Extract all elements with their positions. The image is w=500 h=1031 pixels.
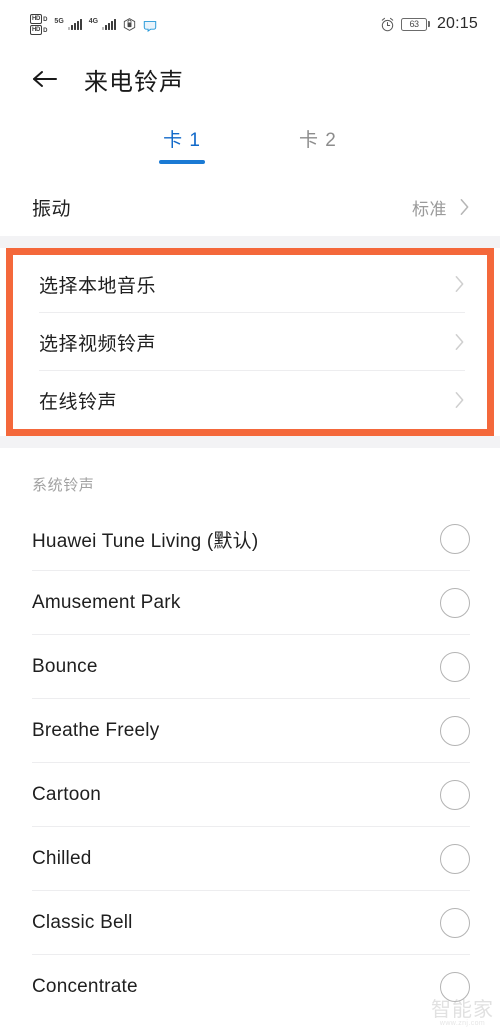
ringtone-row[interactable]: Bounce bbox=[0, 635, 500, 699]
sim-tabs: 卡 1 卡 2 bbox=[0, 110, 500, 178]
page-title: 来电铃声 bbox=[84, 68, 184, 96]
ringtone-row[interactable]: Huawei Tune Living (默认) bbox=[0, 507, 500, 571]
ringtone-row[interactable]: Cartoon bbox=[0, 763, 500, 827]
vibration-value: 标准 bbox=[412, 199, 447, 219]
ringtone-row[interactable]: Classic Bell bbox=[0, 891, 500, 955]
network-type-label-1: 5G bbox=[54, 18, 64, 25]
ringtone-radio[interactable] bbox=[440, 844, 470, 874]
chevron-right-icon bbox=[459, 198, 470, 216]
battery-level-label: 63 bbox=[400, 17, 427, 31]
ringtone-radio[interactable] bbox=[440, 588, 470, 618]
ringtone-label: Amusement Park bbox=[32, 592, 181, 613]
ringtone-label: Concentrate bbox=[32, 976, 138, 997]
status-bar-left: HD D HD D 5G 4G bbox=[30, 13, 157, 35]
ringtone-row[interactable]: Amusement Park bbox=[0, 571, 500, 635]
choose-local-music-row[interactable]: 选择本地音乐 bbox=[13, 255, 487, 313]
hd-badge-label-1: HD bbox=[30, 13, 43, 24]
tab-sim-2[interactable]: 卡 2 bbox=[299, 125, 337, 164]
online-ringtone-row[interactable]: 在线铃声 bbox=[13, 371, 487, 429]
online-ringtone-label: 在线铃声 bbox=[39, 391, 118, 413]
battery-icon: 63 bbox=[400, 17, 430, 31]
status-bar-clock: 20:15 bbox=[436, 15, 478, 32]
ringtone-label: Chilled bbox=[32, 848, 92, 869]
ringtone-radio[interactable] bbox=[440, 652, 470, 682]
back-arrow-icon[interactable] bbox=[30, 64, 60, 94]
status-bar: HD D HD D 5G 4G 63 20:15 bbox=[0, 0, 500, 48]
ringtone-label: Breathe Freely bbox=[32, 720, 160, 741]
hd-badge-sub-1: D bbox=[43, 16, 48, 23]
battery-tip bbox=[427, 21, 430, 27]
alarm-clock-icon bbox=[380, 17, 394, 32]
signal-bars-icon-1 bbox=[67, 18, 82, 30]
signal-group-2: 4G bbox=[88, 18, 117, 30]
volte-hd-icon-2: HD D bbox=[30, 24, 48, 35]
hd-badge-sub-2: D bbox=[43, 27, 48, 34]
vibration-row[interactable]: 振动 标准 bbox=[0, 178, 500, 236]
message-bubble-icon bbox=[143, 19, 157, 32]
ringtone-label: Cartoon bbox=[32, 784, 101, 805]
app-header: 来电铃声 bbox=[0, 48, 500, 110]
ringtone-radio[interactable] bbox=[440, 716, 470, 746]
highlighted-options-card: 选择本地音乐 选择视频铃声 在线铃声 bbox=[6, 248, 494, 436]
chevron-right-icon bbox=[454, 333, 465, 351]
ringtone-radio[interactable] bbox=[440, 780, 470, 810]
network-type-label-2: 4G bbox=[88, 18, 99, 25]
ringtone-row[interactable]: Chilled bbox=[0, 827, 500, 891]
volte-hd-icon-1: HD D bbox=[30, 13, 48, 24]
ringtone-label: Huawei Tune Living (默认) bbox=[32, 530, 259, 552]
system-ringtones-section-title: 系统铃声 bbox=[0, 448, 500, 507]
ringtone-row[interactable]: Concentrate bbox=[0, 955, 500, 1019]
ringtone-radio[interactable] bbox=[440, 908, 470, 938]
ringtone-label: Classic Bell bbox=[32, 912, 133, 933]
section-gap-1 bbox=[0, 236, 500, 248]
volte-hd-stack: HD D HD D bbox=[30, 13, 48, 35]
signal-bars-icon-2 bbox=[102, 18, 117, 30]
section-gap-2 bbox=[0, 436, 500, 448]
hd-badge-label-2: HD bbox=[30, 24, 43, 35]
status-bar-right: 63 20:15 bbox=[380, 15, 478, 33]
do-not-disturb-icon bbox=[123, 17, 136, 31]
phone-screen: HD D HD D 5G 4G 63 20:15 来电铃声 卡 1 卡 2 振动… bbox=[0, 0, 500, 1031]
chevron-right-icon bbox=[454, 275, 465, 293]
choose-local-music-label: 选择本地音乐 bbox=[39, 275, 157, 297]
watermark-sub-text: www.znj.com bbox=[439, 1020, 486, 1027]
choose-video-ringtone-label: 选择视频铃声 bbox=[39, 333, 157, 355]
ringtone-label: Bounce bbox=[32, 656, 98, 677]
chevron-right-icon bbox=[454, 391, 465, 409]
ringtone-row[interactable]: Breathe Freely bbox=[0, 699, 500, 763]
ringtone-radio[interactable] bbox=[440, 524, 470, 554]
choose-video-ringtone-row[interactable]: 选择视频铃声 bbox=[13, 313, 487, 371]
tab-sim-1[interactable]: 卡 1 bbox=[163, 125, 201, 164]
signal-group-1: 5G bbox=[54, 18, 82, 30]
vibration-label: 振动 bbox=[32, 198, 72, 220]
ringtone-radio[interactable] bbox=[440, 972, 470, 1002]
